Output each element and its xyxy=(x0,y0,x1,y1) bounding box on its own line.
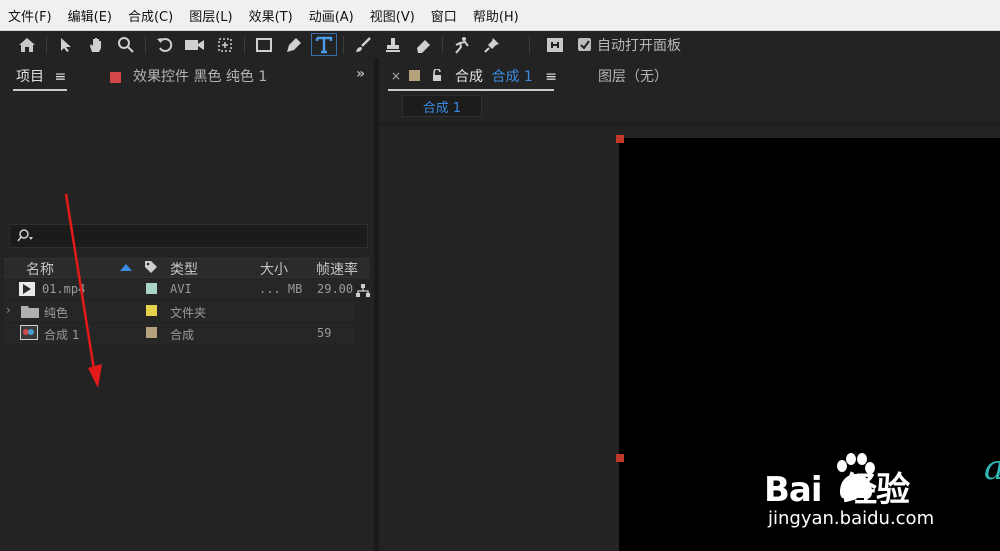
roto-brush-icon[interactable] xyxy=(447,31,477,58)
pan-behind-icon[interactable] xyxy=(210,31,240,58)
menu-file[interactable]: 文件(F) xyxy=(0,6,60,25)
baidu-paw-icon xyxy=(837,453,875,499)
toolbar-divider xyxy=(442,35,443,54)
menu-bar: 文件(F) 编辑(E) 合成(C) 图层(L) 效果(T) 动画(A) 视图(V… xyxy=(0,0,1000,31)
menu-window[interactable]: 窗口 xyxy=(423,6,465,25)
menu-effect[interactable]: 效果(T) xyxy=(241,6,301,25)
toolbar-divider xyxy=(46,35,47,54)
hand-icon[interactable] xyxy=(81,31,111,58)
tab-composition[interactable]: 合成 合成 1 ≡ xyxy=(455,66,557,86)
toolbar-divider xyxy=(343,35,344,54)
brush-icon[interactable] xyxy=(348,31,378,58)
rotate-icon[interactable] xyxy=(150,31,180,58)
baidu-jingyan-watermark: Bai 经验 jingyan.baidu.com xyxy=(764,452,954,538)
toolbar-divider xyxy=(244,35,245,54)
home-icon[interactable] xyxy=(12,31,42,58)
transform-handle[interactable] xyxy=(616,454,624,462)
type-icon[interactable] xyxy=(309,31,339,58)
menu-layer[interactable]: 图层(L) xyxy=(181,6,240,25)
panel-menu-icon[interactable]: ≡ xyxy=(545,69,557,85)
toolbar: 自动打开面板 xyxy=(0,31,1000,58)
close-tab-icon[interactable]: × xyxy=(391,69,401,83)
tab-composition-prefix: 合成 xyxy=(455,69,483,85)
tab-layer[interactable]: 图层（无） xyxy=(598,66,668,86)
lock-icon[interactable] xyxy=(432,67,442,86)
auto-open-panel-toggle[interactable]: 自动打开面板 xyxy=(578,35,681,55)
menu-animation[interactable]: 动画(A) xyxy=(301,6,362,25)
menu-help[interactable]: 帮助(H) xyxy=(465,6,527,25)
toolbar-divider xyxy=(529,35,530,54)
menu-composition[interactable]: 合成(C) xyxy=(120,6,181,25)
watermark-url: jingyan.baidu.com xyxy=(768,508,935,529)
puppet-pin-icon[interactable] xyxy=(477,31,507,58)
comp-viewer-top-border xyxy=(379,122,1000,126)
eraser-icon[interactable] xyxy=(408,31,438,58)
comp-flow-breadcrumb[interactable]: 合成 1 xyxy=(402,95,482,117)
zoom-icon[interactable] xyxy=(111,31,141,58)
menu-edit[interactable]: 编辑(E) xyxy=(60,6,120,25)
project-panel: 项目 ≡ 效果控件 黑色 纯色 1 » 名称 类型 大小 帧速率 01.mp4 xyxy=(0,58,374,551)
workspace-icon[interactable] xyxy=(540,31,570,58)
auto-open-panel-label: 自动打开面板 xyxy=(597,37,681,54)
camera-icon[interactable] xyxy=(180,31,210,58)
pen-icon[interactable] xyxy=(279,31,309,58)
canvas-text-fragment: a xyxy=(984,448,1000,488)
rectangle-icon[interactable] xyxy=(249,31,279,58)
comp-label-color-icon xyxy=(409,70,420,81)
checkbox-checked-icon[interactable] xyxy=(578,38,591,51)
menu-view[interactable]: 视图(V) xyxy=(362,6,423,25)
clone-stamp-icon[interactable] xyxy=(378,31,408,58)
tab-composition-name: 合成 1 xyxy=(491,69,533,85)
toolbar-divider xyxy=(145,35,146,54)
transform-handle[interactable] xyxy=(616,135,624,143)
annotation-arrow xyxy=(64,193,102,388)
active-tab-underline xyxy=(388,89,554,91)
selection-arrow-icon[interactable] xyxy=(51,31,81,58)
